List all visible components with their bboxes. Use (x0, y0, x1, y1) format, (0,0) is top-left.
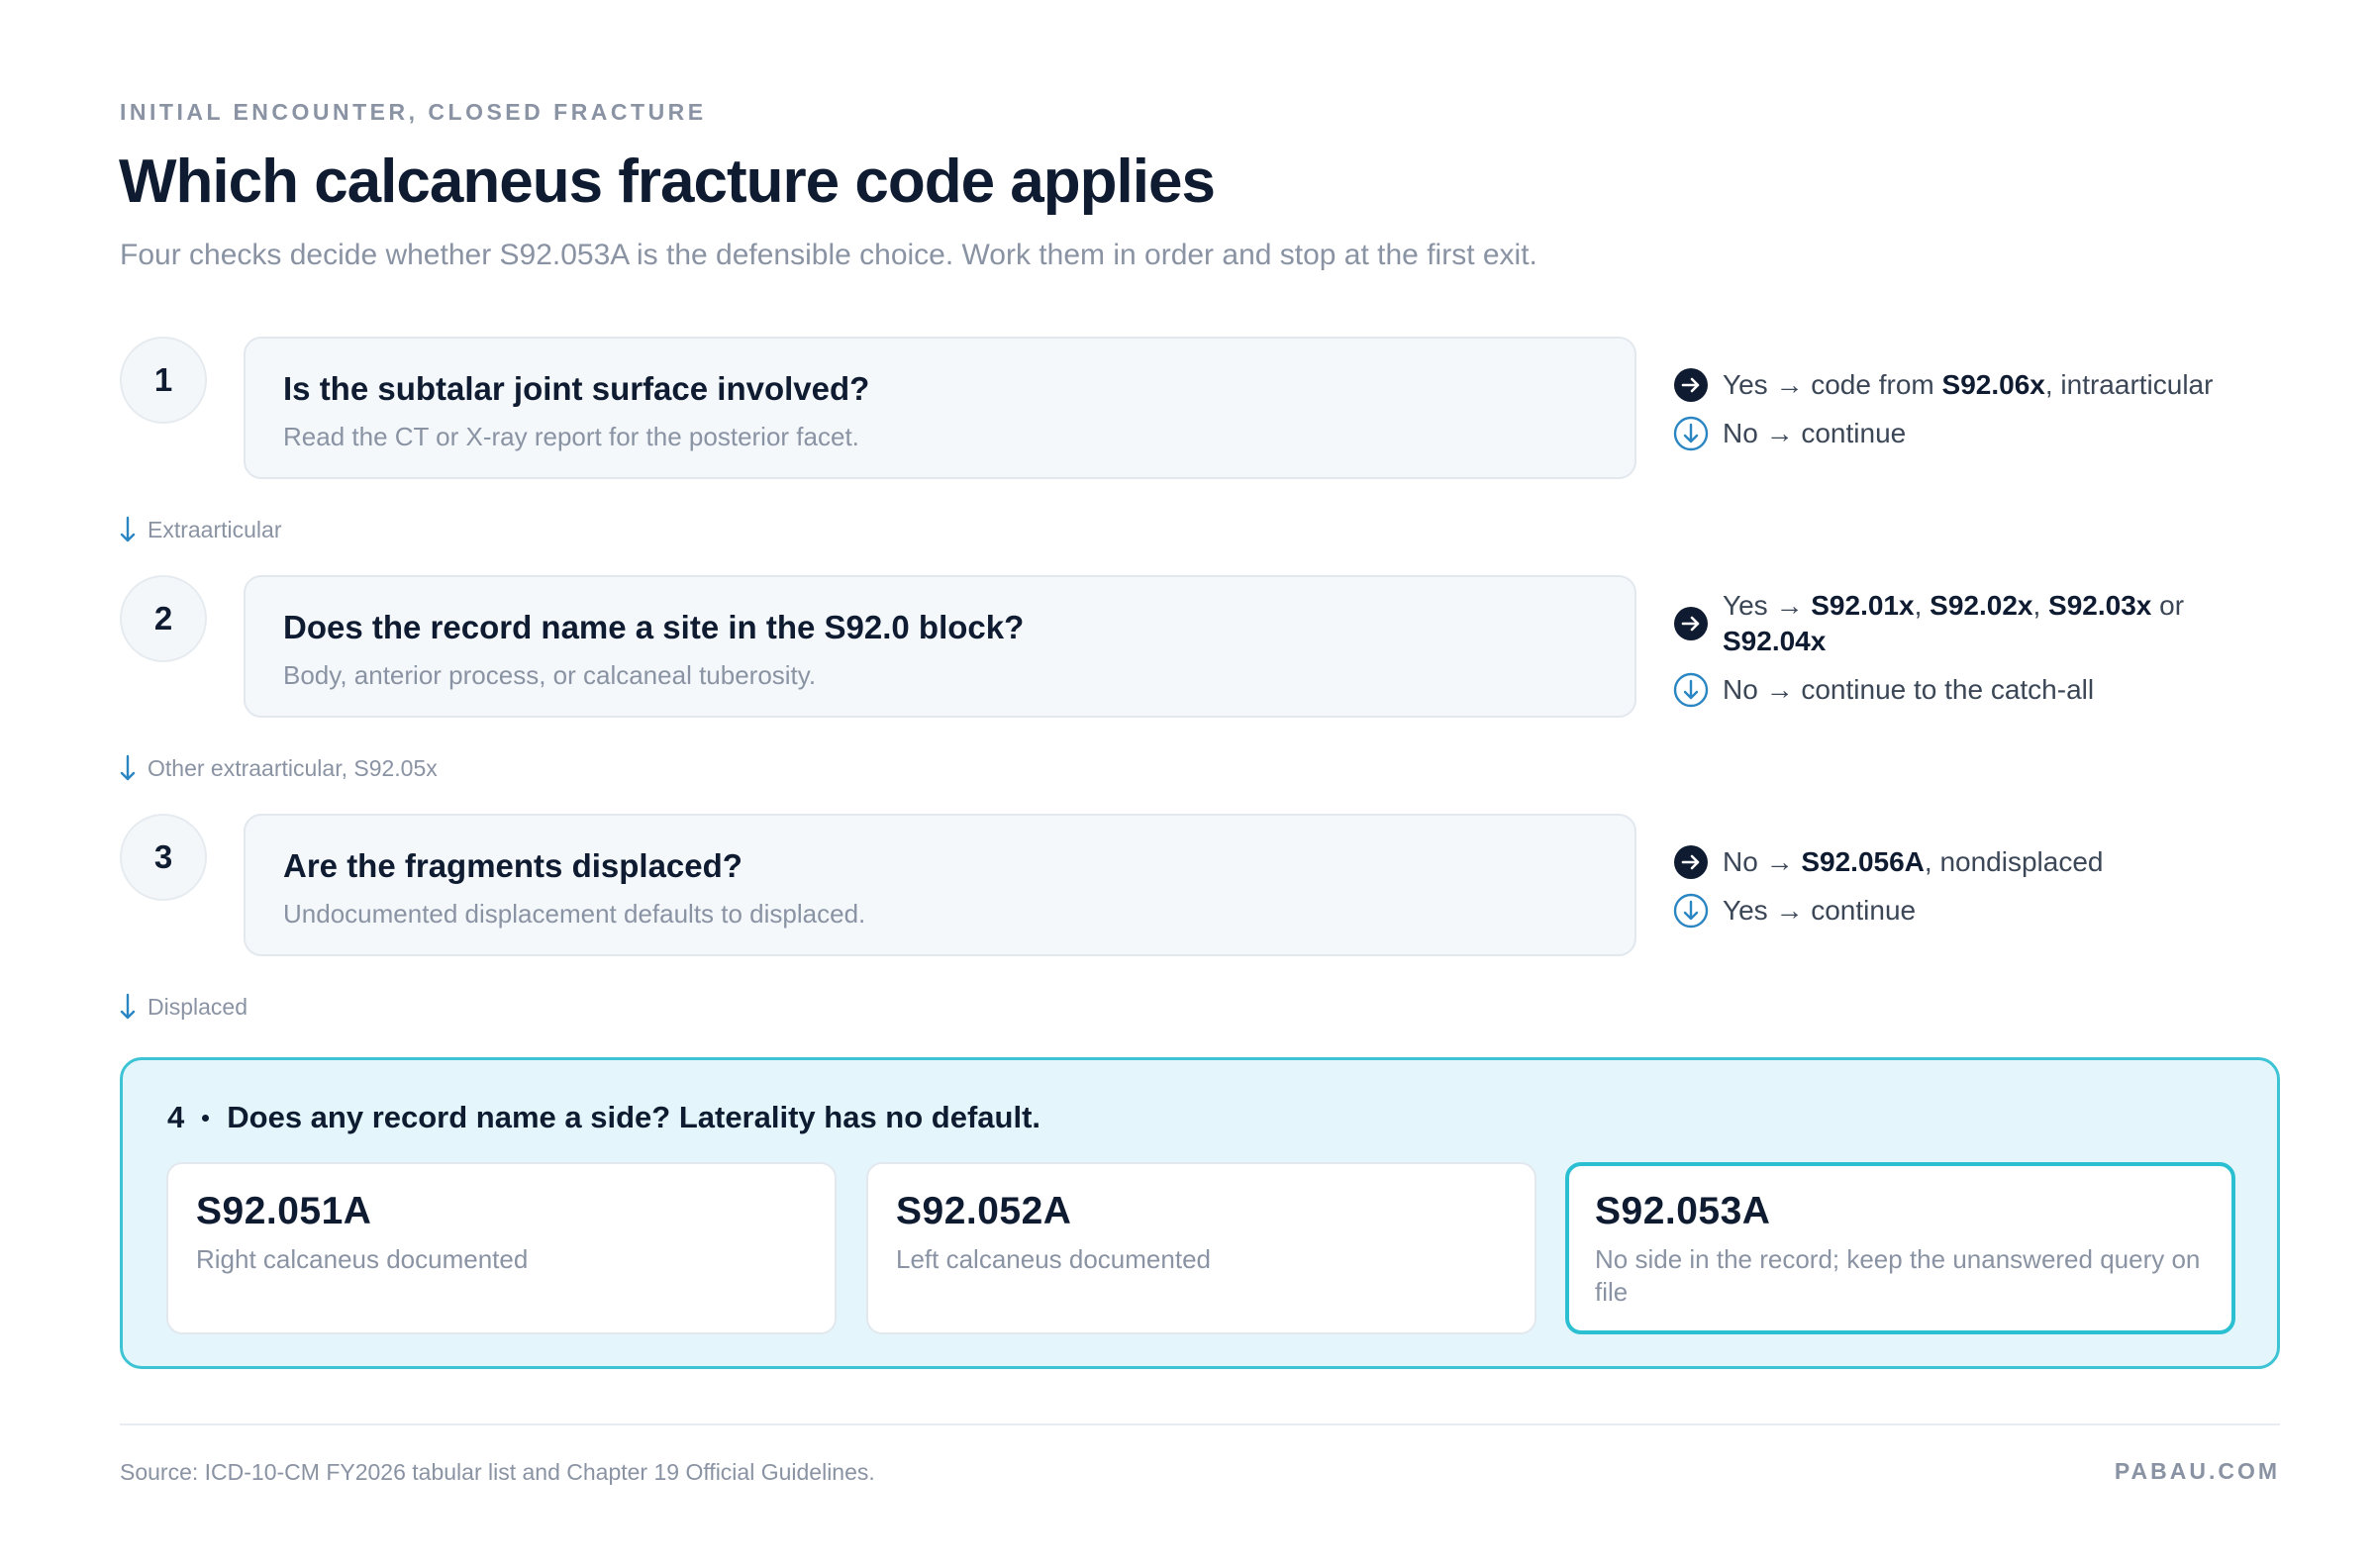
option-description: No side in the record; keep the unanswer… (1595, 1244, 2201, 1307)
step-card: Are the fragments displaced? Undocumente… (244, 814, 1636, 956)
step-outcomes: Yes → S92.01x, S92.02x, S92.03x or S92.0… (1673, 588, 2267, 708)
eyebrow-label: INITIAL ENCOUNTER, CLOSED FRACTURE (120, 99, 707, 125)
arrow-down-circle-icon (1673, 893, 1709, 929)
arrow-down-icon (120, 993, 136, 1020)
step-hint: Body, anterior process, or calcaneal tub… (283, 660, 817, 690)
option-description: Right calcaneus documented (196, 1244, 529, 1274)
option-code: S92.053A (1595, 1190, 1771, 1232)
exit-text: No → S92.056A, nondisplaced (1723, 846, 2104, 877)
exit-outcome: No → S92.056A, nondisplaced (1673, 844, 2267, 880)
step-question: Is the subtalar joint surface involved? (283, 370, 870, 407)
flow-connector: Displaced (120, 993, 248, 1021)
exit-text: Yes → S92.01x, S92.02x, S92.03x or S92.0… (1723, 590, 2185, 656)
exit-text: Yes → code from S92.06x, intraarticular (1723, 369, 2214, 400)
step-number-badge: 2 (120, 575, 207, 662)
exit-outcome: Yes → S92.01x, S92.02x, S92.03x or S92.0… (1673, 588, 2267, 659)
arrow-down-circle-icon (1673, 672, 1709, 708)
option-code: S92.052A (896, 1190, 1072, 1232)
page-title: Which calcaneus fracture code applies (119, 147, 1216, 216)
arrow-down-icon (120, 516, 136, 542)
arrow-right-circle-icon (1674, 607, 1708, 640)
step-hint: Undocumented displacement defaults to di… (283, 899, 866, 929)
final-step-number: 4 (167, 1100, 185, 1134)
page-subtitle: Four checks decide whether S92.053A is t… (120, 239, 1537, 271)
flow-connector: Extraarticular (120, 516, 281, 543)
step-number-badge: 1 (120, 337, 207, 424)
continue-outcome: No → continue to the catch-all (1673, 672, 2267, 708)
arrow-right-circle-icon (1674, 368, 1708, 402)
flow-connector: Other extraarticular, S92.05x (120, 754, 438, 782)
exit-outcome: Yes → code from S92.06x, intraarticular (1673, 367, 2267, 403)
step-outcomes: Yes → code from S92.06x, intraarticular … (1673, 367, 2267, 451)
continue-outcome: No → continue (1673, 416, 2267, 451)
step-question: Are the fragments displaced? (283, 847, 742, 884)
code-option-unspecified-selected: S92.053A No side in the record; keep the… (1565, 1162, 2235, 1334)
final-step-title: 4 Does any record name a side? Lateralit… (167, 1100, 1040, 1135)
step-card: Is the subtalar joint surface involved? … (244, 337, 1636, 479)
footer-divider (120, 1423, 2280, 1425)
connector-label: Extraarticular (148, 516, 282, 542)
code-option-right: S92.051A Right calcaneus documented (166, 1162, 837, 1334)
code-option-left: S92.052A Left calcaneus documented (866, 1162, 1536, 1334)
arrow-down-icon (120, 754, 136, 781)
continue-outcome: Yes → continue (1673, 893, 2267, 929)
step-outcomes: No → S92.056A, nondisplaced Yes → contin… (1673, 844, 2267, 929)
continue-text: Yes → continue (1723, 895, 1917, 926)
step-hint: Read the CT or X-ray report for the post… (283, 422, 859, 451)
connector-label: Displaced (148, 993, 248, 1020)
option-description: Left calcaneus documented (896, 1244, 1211, 1274)
step-question: Does the record name a site in the S92.0… (283, 609, 1025, 645)
step-card: Does the record name a site in the S92.0… (244, 575, 1636, 718)
arrow-down-circle-icon (1673, 416, 1709, 451)
connector-label: Other extraarticular, S92.05x (148, 754, 438, 781)
arrow-right-circle-icon (1674, 845, 1708, 879)
bullet-separator (202, 1114, 210, 1122)
step-number-badge: 3 (120, 814, 207, 901)
brand-label: PABAU.COM (2114, 1458, 2280, 1484)
final-step-panel: 4 Does any record name a side? Lateralit… (120, 1057, 2280, 1369)
continue-text: No → continue (1723, 418, 1907, 448)
source-note: Source: ICD-10-CM FY2026 tabular list an… (120, 1459, 875, 1485)
option-code: S92.051A (196, 1190, 372, 1232)
final-step-question: Does any record name a side? Laterality … (227, 1100, 1041, 1134)
continue-text: No → continue to the catch-all (1723, 674, 2095, 705)
